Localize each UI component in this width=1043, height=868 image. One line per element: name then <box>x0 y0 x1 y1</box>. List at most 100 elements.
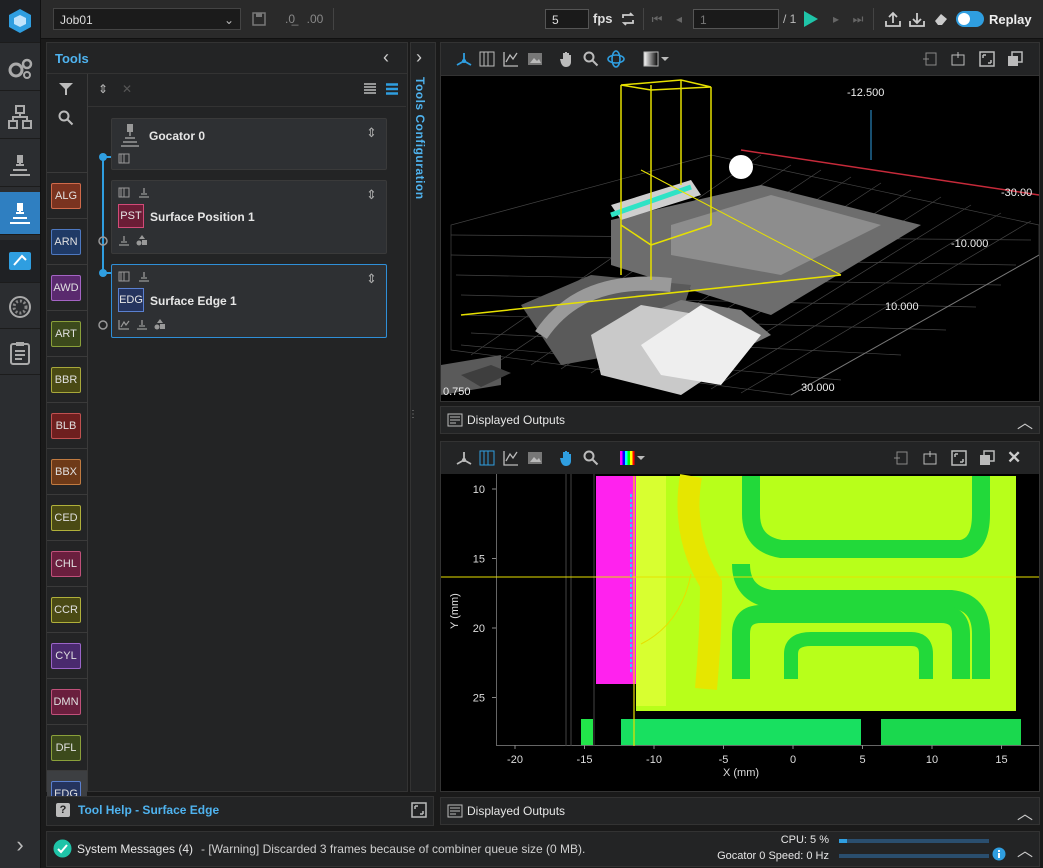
tool-category-dfl[interactable]: DFL <box>47 724 87 771</box>
list-view-icon[interactable] <box>364 83 376 98</box>
expand-all-icon[interactable]: ⇕ <box>98 82 108 96</box>
view-3d-icon[interactable] <box>455 450 473 469</box>
splitter-handle[interactable]: ⋮ <box>408 409 418 425</box>
maximize-icon[interactable] <box>411 802 427 821</box>
colormap-rainbow-icon[interactable] <box>619 450 647 469</box>
tool-category-badge: CHL <box>51 551 81 577</box>
graph-view-icon[interactable] <box>503 51 519 70</box>
popout-icon[interactable] <box>1007 51 1023 70</box>
tools-configuration-tab[interactable]: › Tools Configuration ⋮ <box>408 42 436 792</box>
profile-data-icon <box>118 271 130 285</box>
pan-hand-icon[interactable] <box>559 50 575 71</box>
tool-category-awd[interactable]: AWD <box>47 264 87 311</box>
displayed-outputs-bar-2d[interactable]: Displayed Outputs ︿ <box>440 797 1040 825</box>
tool-category-art[interactable]: ART <box>47 310 87 357</box>
filter-icon[interactable] <box>58 82 74 99</box>
info-icon[interactable] <box>992 847 1006 864</box>
eraser-icon[interactable] <box>931 9 951 29</box>
colormap-grayscale-icon[interactable] <box>643 51 671 70</box>
frame-input[interactable]: 1 <box>693 9 779 29</box>
surface-data-icon <box>138 187 150 201</box>
fit-all-icon[interactable] <box>979 51 995 70</box>
speed-meter <box>839 854 989 858</box>
reorder-icon[interactable]: ⇕ <box>366 125 377 141</box>
image-view-icon[interactable] <box>527 51 543 70</box>
axis-label-3d: 10.000 <box>885 301 919 313</box>
fit-all-icon[interactable] <box>951 450 967 469</box>
collapse-left-icon[interactable]: ‹ <box>383 47 389 68</box>
output-icon[interactable] <box>0 240 40 283</box>
upload-icon[interactable] <box>883 9 903 29</box>
prev-frame-icon[interactable]: ◂ <box>671 9 687 29</box>
tool-category-column: ALG ARN AWD ART BBR BLB BBX CED CHL CCR CYL DMN DFL E… <box>47 74 88 817</box>
tool-category-badge: CCR <box>51 597 81 623</box>
displayed-outputs-bar-3d[interactable]: Displayed Outputs ︿ <box>440 406 1040 434</box>
decimal-increase-icon[interactable]: .00 <box>305 9 325 29</box>
fps-input[interactable]: 5 <box>545 9 589 29</box>
zoom-icon[interactable] <box>583 450 599 469</box>
tool-card-surface-position[interactable]: PST Surface Position 1 ⇕ <box>111 180 387 254</box>
decimal-decrease-icon[interactable]: .0̲ <box>281 9 299 29</box>
last-frame-icon[interactable]: ⏭ <box>849 9 867 29</box>
expand-right-icon[interactable]: › <box>416 47 422 68</box>
fit-height-icon[interactable] <box>950 51 966 70</box>
reorder-icon[interactable]: ⇕ <box>366 271 377 287</box>
tool-category-bbr[interactable]: BBR <box>47 356 87 403</box>
surface-data-icon <box>118 235 130 249</box>
next-frame-icon[interactable]: ▸ <box>829 9 843 29</box>
tool-card-name: Surface Edge 1 <box>150 294 237 308</box>
replay-toggle[interactable] <box>956 11 984 27</box>
tool-category-alg[interactable]: ALG <box>47 172 87 219</box>
tool-category-arn[interactable]: ARN <box>47 218 87 265</box>
popout-icon[interactable] <box>979 450 995 469</box>
job-select[interactable]: Job01 ⌄ <box>53 8 241 30</box>
tool-category-ccr[interactable]: CCR <box>47 586 87 633</box>
download-icon[interactable] <box>907 9 927 29</box>
tool-category-blb[interactable]: BLB <box>47 402 87 449</box>
left-rail: › <box>0 0 41 868</box>
network-icon[interactable] <box>0 96 40 139</box>
collapse-all-icon[interactable]: ✕ <box>122 82 132 96</box>
dashboard-icon[interactable] <box>0 286 40 329</box>
chevron-up-icon[interactable]: ︿ <box>1017 409 1033 433</box>
reorder-icon[interactable]: ⇕ <box>366 187 377 203</box>
close-icon[interactable]: ✕ <box>1007 448 1021 468</box>
search-icon[interactable] <box>58 110 74 129</box>
chevron-up-icon[interactable]: ︿ <box>1017 837 1033 861</box>
fit-width-icon[interactable] <box>922 51 938 70</box>
fit-width-icon[interactable] <box>893 450 909 469</box>
save-icon[interactable] <box>250 9 268 29</box>
detail-view-icon[interactable] <box>386 83 398 98</box>
system-messages-label[interactable]: System Messages (4) <box>77 842 193 856</box>
sensor-icon <box>120 123 140 152</box>
rail-collapse-button[interactable]: › <box>10 832 30 862</box>
tool-help-bar[interactable]: ? Tool Help - Surface Edge <box>46 796 434 826</box>
play-icon[interactable] <box>799 9 821 29</box>
tool-card-gocator[interactable]: Gocator 0 ⇕ <box>111 118 387 170</box>
tool-category-chl[interactable]: CHL <box>47 540 87 587</box>
profile-view-icon[interactable] <box>479 51 495 70</box>
pan-hand-icon[interactable] <box>559 449 575 470</box>
report-icon[interactable] <box>0 332 40 375</box>
scan-icon[interactable] <box>0 144 40 187</box>
tool-category-ced[interactable]: CED <box>47 494 87 541</box>
tool-category-cyl[interactable]: CYL <box>47 632 87 679</box>
tool-category-dmn[interactable]: DMN <box>47 678 87 725</box>
logo-icon[interactable] <box>0 0 40 43</box>
tool-card-surface-edge[interactable]: EDG Surface Edge 1 ⇕ <box>111 264 387 338</box>
zoom-icon[interactable] <box>583 51 599 70</box>
tool-category-bbx[interactable]: BBX <box>47 448 87 495</box>
settings-gears-icon[interactable] <box>0 48 40 91</box>
profile-view-icon[interactable] <box>479 450 495 469</box>
view-3d-icon[interactable] <box>455 51 473 70</box>
graph-view-icon[interactable] <box>503 450 519 469</box>
fit-height-icon[interactable] <box>922 450 938 469</box>
surface-data-icon <box>138 271 150 285</box>
loop-icon[interactable] <box>619 9 637 29</box>
profile-data-icon <box>118 187 130 201</box>
first-frame-icon[interactable]: ⏮ <box>649 9 665 29</box>
rotate-icon[interactable] <box>607 50 625 71</box>
measure-icon[interactable] <box>0 192 40 235</box>
chevron-up-icon[interactable]: ︿ <box>1017 800 1033 824</box>
image-view-icon[interactable] <box>527 450 543 469</box>
